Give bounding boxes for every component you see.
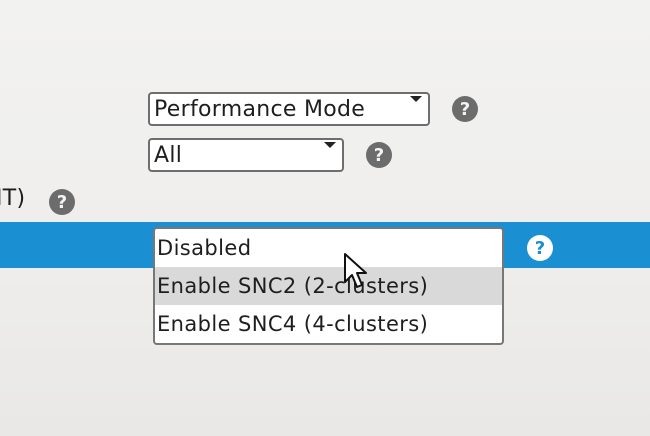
help-icon[interactable]: ?	[366, 142, 392, 168]
chevron-down-icon	[410, 96, 422, 102]
performance-mode-value: Performance Mode	[154, 96, 366, 122]
mouse-cursor-icon	[344, 253, 367, 288]
setting-label: IT)	[0, 186, 26, 211]
chevron-down-icon	[324, 142, 336, 148]
help-icon[interactable]: ?	[527, 235, 553, 261]
performance-mode-select[interactable]: Performance Mode	[148, 92, 430, 126]
help-icon[interactable]: ?	[49, 189, 75, 215]
scope-value: All	[154, 142, 183, 168]
help-icon[interactable]: ?	[452, 96, 478, 122]
option-disabled[interactable]: Disabled	[155, 229, 502, 267]
option-enable-snc4[interactable]: Enable SNC4 (4-clusters)	[155, 305, 502, 343]
option-enable-snc2[interactable]: Enable SNC2 (2-clusters)	[155, 267, 502, 305]
scope-select[interactable]: All	[148, 138, 344, 172]
snc-dropdown-list[interactable]: Disabled Enable SNC2 (2-clusters) Enable…	[153, 227, 504, 345]
